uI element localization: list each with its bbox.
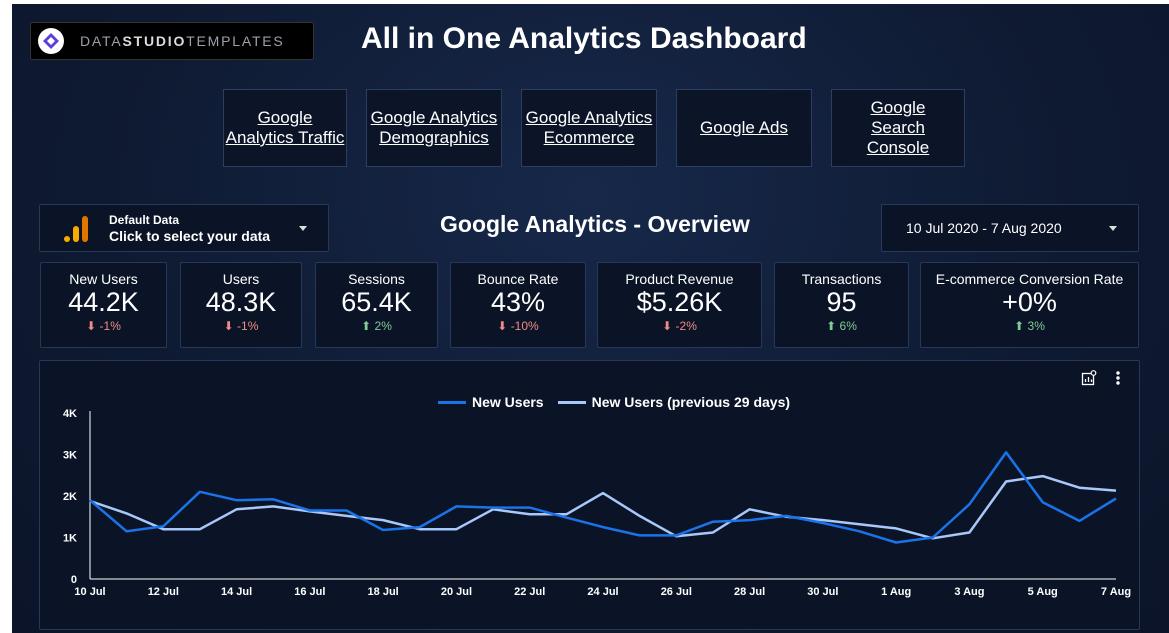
kpi-label: New Users xyxy=(69,271,138,287)
kpi-change: ⬆ 6% xyxy=(826,319,857,333)
diamond-logo-icon xyxy=(38,28,64,54)
kpi-change: ⬇ -1% xyxy=(223,319,259,333)
arrow-down-icon: ⬇ xyxy=(223,319,234,333)
y-tick-label: 4K xyxy=(63,408,77,420)
series-line-new-users xyxy=(89,451,1117,544)
kpi-value: 65.4K xyxy=(341,287,412,317)
date-range-value: 10 Jul 2020 - 7 Aug 2020 xyxy=(906,220,1062,236)
x-tick-label: 28 Jul xyxy=(734,586,765,598)
kpi-card-bounce-rate[interactable]: Bounce Rate 43% ⬇ -10% xyxy=(450,262,586,348)
date-range-selector[interactable]: 10 Jul 2020 - 7 Aug 2020 xyxy=(881,204,1139,252)
dashboard-canvas: DATASTUDIOTEMPLATES All in One Analytics… xyxy=(12,4,1169,633)
chevron-down-icon xyxy=(299,225,307,231)
y-tick-label: 0 xyxy=(71,574,77,586)
x-tick-label: 1 Aug xyxy=(881,586,911,598)
x-tick-label: 24 Jul xyxy=(587,586,618,598)
kpi-label: Sessions xyxy=(348,271,405,287)
kpi-value: 43% xyxy=(490,287,546,317)
kpi-label: Transactions xyxy=(801,271,882,287)
kpi-label: Product Revenue xyxy=(625,271,734,287)
series-line-previous-29-days xyxy=(89,474,1117,540)
kpi-card-conversion-rate[interactable]: E-commerce Conversion Rate +0% ⬆ 3% xyxy=(920,262,1139,348)
x-tick-label: 5 Aug xyxy=(1028,586,1058,598)
arrow-down-icon: ⬇ xyxy=(662,319,673,333)
kpi-value: 44.2K xyxy=(68,287,139,317)
nav-search-console-button[interactable]: Google Search Console xyxy=(831,89,965,167)
x-tick-label: 18 Jul xyxy=(368,586,399,598)
arrow-up-icon: ⬆ xyxy=(361,319,372,333)
arrow-up-icon: ⬆ xyxy=(826,319,837,333)
chevron-down-icon xyxy=(1109,225,1117,231)
nav-ga-ecommerce-button[interactable]: Google Analytics Ecommerce xyxy=(521,89,657,167)
kpi-value: 95 xyxy=(826,287,857,317)
arrow-down-icon: ⬇ xyxy=(497,319,508,333)
section-title: Google Analytics - Overview xyxy=(440,211,750,237)
arrow-down-icon: ⬇ xyxy=(86,319,97,333)
y-tick-label: 2K xyxy=(63,491,77,503)
kpi-value: +0% xyxy=(1002,287,1057,317)
data-source-selector[interactable]: Default Data Click to select your data xyxy=(39,204,329,252)
y-tick-label: 3K xyxy=(63,450,77,462)
x-tick-label: 20 Jul xyxy=(441,586,472,598)
nav-google-ads-button[interactable]: Google Ads xyxy=(676,89,812,167)
kpi-change: ⬇ -2% xyxy=(662,319,697,333)
logo-text: DATASTUDIOTEMPLATES xyxy=(80,33,285,49)
x-tick-label: 30 Jul xyxy=(807,586,838,598)
kpi-change: ⬇ -1% xyxy=(86,319,121,333)
x-tick-label: 3 Aug xyxy=(954,586,984,598)
y-tick-label: 1K xyxy=(63,533,77,545)
data-source-label: Default Data xyxy=(109,212,180,227)
kpi-label: E-commerce Conversion Rate xyxy=(935,271,1124,287)
x-tick-label: 14 Jul xyxy=(221,586,252,598)
kpi-change: ⬆ 3% xyxy=(1014,319,1045,333)
nav-ga-demographics-button[interactable]: Google Analytics Demographics xyxy=(366,89,502,167)
x-tick-label: 26 Jul xyxy=(661,586,692,598)
kpi-card-product-revenue[interactable]: Product Revenue $5.26K ⬇ -2% xyxy=(597,262,762,348)
time-series-chart-panel: New Users New Users (previous 29 days) 0… xyxy=(39,360,1140,630)
data-source-hint: Click to select your data xyxy=(109,227,271,244)
kpi-card-new-users[interactable]: New Users 44.2K ⬇ -1% xyxy=(40,262,167,348)
kpi-change: ⬇ -10% xyxy=(497,319,539,333)
nav-ga-traffic-button[interactable]: Google Analytics Traffic xyxy=(223,89,347,167)
kpi-label: Bounce Rate xyxy=(477,271,559,287)
x-tick-label: 12 Jul xyxy=(148,586,179,598)
kpi-card-sessions[interactable]: Sessions 65.4K ⬆ 2% xyxy=(315,262,438,348)
bar-chart-icon xyxy=(64,214,90,242)
kpi-change: ⬆ 2% xyxy=(361,319,392,333)
arrow-up-icon: ⬆ xyxy=(1014,319,1025,333)
kpi-card-transactions[interactable]: Transactions 95 ⬆ 6% xyxy=(774,262,909,348)
kpi-card-users[interactable]: Users 48.3K ⬇ -1% xyxy=(180,262,302,348)
x-tick-label: 22 Jul xyxy=(514,586,545,598)
kpi-label: Users xyxy=(222,271,260,287)
kpi-value: $5.26K xyxy=(636,287,723,317)
kpi-value: 48.3K xyxy=(205,287,277,317)
x-tick-label: 10 Jul xyxy=(74,586,105,598)
x-tick-label: 7 Aug xyxy=(1101,586,1131,598)
page-title: All in One Analytics Dashboard xyxy=(361,22,807,55)
logo[interactable]: DATASTUDIOTEMPLATES xyxy=(30,22,314,60)
x-tick-label: 16 Jul xyxy=(294,586,325,598)
line-chart: 0 1K 2K 3K 4K 10 Jul 12 Jul 14 Jul 16 Jul 18 Jul 2… xyxy=(63,408,1131,598)
